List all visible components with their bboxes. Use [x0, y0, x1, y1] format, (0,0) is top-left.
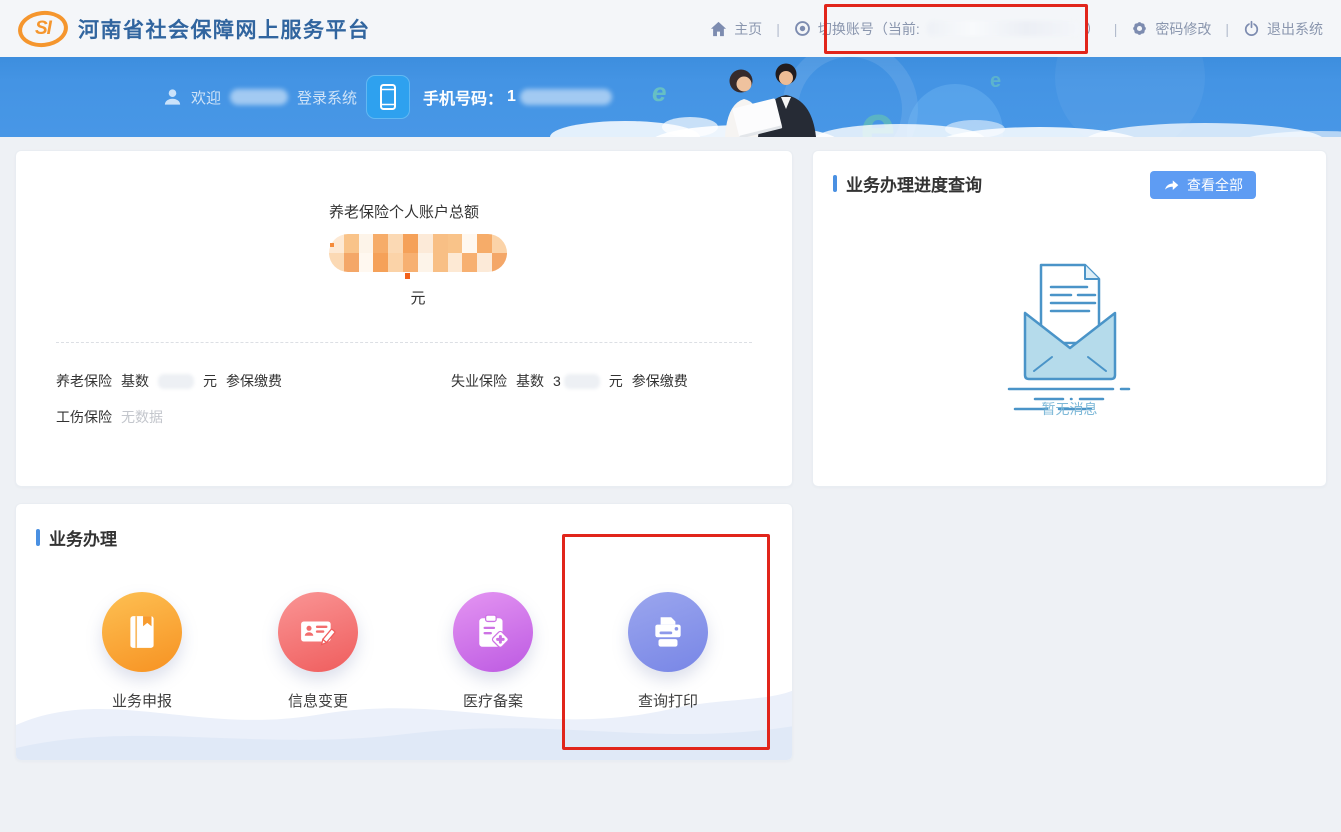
business-item-label: 查询打印 [606, 690, 730, 711]
unemployment-insurance-item: 失业保险 基数 3 元 参保缴费 [451, 371, 688, 391]
account-unit: 元 [30, 287, 806, 308]
nav-switch-label-suffix: ） [1086, 19, 1100, 39]
business-item-label: 医疗备案 [431, 690, 555, 711]
base-label: 基数 [121, 371, 149, 391]
app-header: SI 河南省社会保障网上服务平台 主页 | 切换账号（当前: ） | [0, 0, 1341, 57]
svg-text:e: e [990, 70, 1001, 92]
nav-switch-label-prefix: 切换账号（当前: [818, 19, 920, 39]
account-total-title: 养老保险个人账户总额 [16, 201, 792, 222]
welcome-text: 欢迎 登录系统 [163, 57, 357, 137]
forward-arrow-icon [1163, 178, 1180, 192]
nav-separator: | [1114, 21, 1118, 37]
welcome-prefix: 欢迎 [191, 87, 221, 108]
logo-si-icon: SI [16, 8, 69, 49]
business-item-info-change[interactable]: 信息变更 [256, 592, 380, 711]
business-item-declare[interactable]: 业务申报 [80, 592, 204, 711]
printer-icon [628, 592, 708, 672]
insurance-name: 工伤保险 [56, 407, 112, 427]
brand: SI 河南省社会保障网上服务平台 [18, 11, 371, 47]
business-item-label: 信息变更 [256, 690, 380, 711]
redacted-account-name [927, 21, 1079, 36]
nav-switch-account[interactable]: 切换账号（当前: ） [794, 19, 1100, 39]
divider [56, 342, 752, 343]
redacted-phone-number [520, 89, 612, 105]
unit-label: 元 [203, 371, 217, 391]
business-item-label: 业务申报 [80, 690, 204, 711]
injury-insurance-item: 工伤保险 无数据 [56, 407, 163, 427]
insurance-name: 失业保险 [451, 371, 507, 391]
redacted-account-amount [329, 234, 507, 272]
title-accent-bar [36, 529, 40, 546]
insurance-name: 养老保险 [56, 371, 112, 391]
phone-number-text: 手机号码： 1 [423, 85, 612, 109]
nav-home[interactable]: 主页 [710, 19, 762, 39]
welcome-banner: e e e [0, 57, 1341, 137]
phone-visible-digit: 1 [507, 88, 516, 106]
empty-mailbox-icon [995, 251, 1145, 413]
page-title: 河南省社会保障网上服务平台 [78, 14, 371, 44]
bullseye-icon [794, 20, 811, 37]
base-label: 基数 [516, 371, 544, 391]
progress-card-title: 业务办理进度查询 [846, 171, 982, 196]
progress-query-card: 业务办理进度查询 查看全部 暂无 [812, 150, 1327, 487]
nav-change-password[interactable]: 密码修改 [1131, 19, 1211, 39]
progress-card-header: 业务办理进度查询 [833, 171, 982, 196]
welcome-suffix: 登录系统 [297, 87, 357, 108]
redacted-user-name [230, 89, 288, 105]
book-icon [102, 592, 182, 672]
view-all-button[interactable]: 查看全部 [1150, 171, 1256, 199]
nav-logout[interactable]: 退出系统 [1243, 19, 1323, 39]
top-nav: 主页 | 切换账号（当前: ） | [710, 19, 1323, 39]
business-handling-card: 业务办理 业务申报 [15, 503, 793, 761]
redacted-pension-base [158, 374, 194, 389]
business-card-title: 业务办理 [49, 525, 117, 550]
nav-logout-label: 退出系统 [1267, 19, 1323, 39]
base-visible-digit: 3 [553, 373, 561, 389]
clipboard-plus-icon [453, 592, 533, 672]
phone-info: 手机号码： 1 [366, 57, 612, 137]
svg-text:e: e [652, 77, 666, 107]
pension-account-card: 养老保险个人账户总额 元 养老保险 基数 元 参保缴费 失业保险 基数 3 元 [15, 150, 793, 487]
home-icon [710, 21, 727, 37]
no-data-label: 无数据 [121, 407, 163, 427]
business-item-medical-record[interactable]: 医疗备案 [431, 592, 555, 711]
nav-password-label: 密码修改 [1155, 19, 1211, 39]
phone-label: 手机号码： [423, 85, 503, 109]
unemployment-pay-action[interactable]: 参保缴费 [632, 371, 688, 391]
empty-message: 暂无消息 [813, 399, 1326, 419]
redacted-unemployment-base [564, 374, 600, 389]
user-icon [163, 87, 182, 107]
phone-icon [366, 75, 410, 119]
business-item-query-print[interactable]: 查询打印 [606, 592, 730, 711]
power-icon [1243, 20, 1260, 37]
unit-label: 元 [609, 371, 623, 391]
gear-icon [1131, 20, 1148, 37]
business-card-header: 业务办理 [36, 525, 117, 550]
nav-home-label: 主页 [734, 19, 762, 39]
logo-text: SI [35, 18, 51, 40]
nav-separator: | [776, 21, 780, 37]
page: SI 河南省社会保障网上服务平台 主页 | 切换账号（当前: ） | [0, 0, 1341, 832]
pension-insurance-item: 养老保险 基数 元 参保缴费 [56, 371, 282, 391]
nav-separator: | [1225, 21, 1229, 37]
id-card-edit-icon [278, 592, 358, 672]
pension-pay-action[interactable]: 参保缴费 [226, 371, 282, 391]
view-all-label: 查看全部 [1187, 175, 1243, 195]
title-accent-bar [833, 175, 837, 192]
